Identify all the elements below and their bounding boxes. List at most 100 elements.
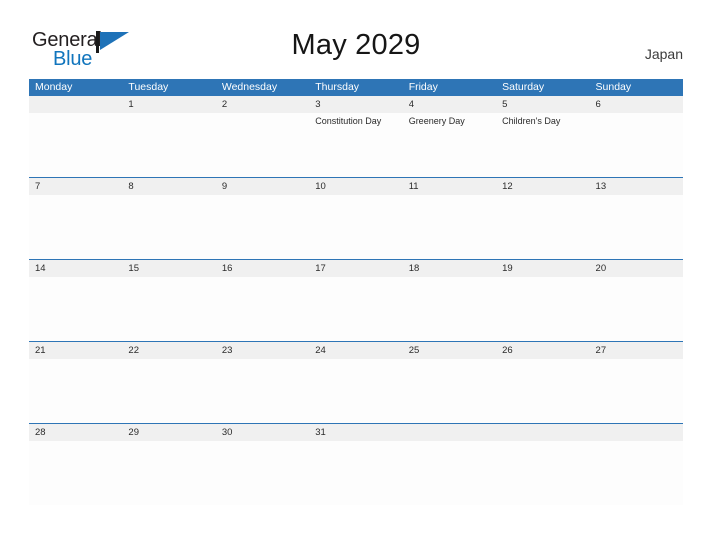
day-number: 7 <box>35 181 41 192</box>
day-cell[interactable]: 2 <box>216 96 309 177</box>
page-title: May 2029 <box>291 29 421 61</box>
day-number <box>409 424 496 441</box>
day-event <box>222 195 309 196</box>
day-event <box>596 441 683 442</box>
day-number: 6 <box>595 99 601 110</box>
day-number: 20 <box>595 263 607 274</box>
day-event <box>315 195 402 196</box>
day-cell[interactable]: 12 <box>496 178 589 259</box>
day-number: 16 <box>221 263 233 274</box>
day-cell[interactable]: 29 <box>122 424 215 505</box>
day-cell[interactable]: 28 <box>29 424 122 505</box>
week-row: 7 8 9 10 11 12 13 <box>29 177 683 259</box>
week-row: 1 2 3 Constitution Day 4 Greenery Day 5 Chi… <box>29 96 683 177</box>
week-day-cells: 14 15 16 17 18 19 20 <box>29 260 683 341</box>
day-event <box>596 113 683 114</box>
weekday-header-sunday: Sunday <box>595 81 632 93</box>
week-day-cells: 1 2 3 Constitution Day 4 Greenery Day 5 Chi… <box>29 96 683 177</box>
country-label: Japan <box>644 46 683 62</box>
weekday-header-monday: Monday <box>35 81 73 93</box>
day-cell[interactable]: 25 <box>403 342 496 423</box>
day-number: 22 <box>128 345 139 356</box>
day-number: 26 <box>502 345 513 356</box>
day-number: 31 <box>315 427 326 438</box>
day-event: Constitution Day <box>315 116 382 126</box>
day-number: 1 <box>128 99 134 110</box>
day-event <box>222 277 309 278</box>
day-cell[interactable]: 6 <box>590 96 683 177</box>
day-cell[interactable]: 23 <box>216 342 309 423</box>
week-row: 28 29 30 31 <box>29 423 683 505</box>
day-number: 5 <box>502 99 508 110</box>
day-cell[interactable] <box>590 424 683 505</box>
day-event <box>315 277 402 278</box>
day-number <box>596 424 683 441</box>
day-number: 15 <box>128 263 139 274</box>
day-cell[interactable]: 16 <box>216 260 309 341</box>
day-event <box>596 359 683 360</box>
day-cell[interactable]: 19 <box>496 260 589 341</box>
day-event <box>315 441 402 442</box>
day-event <box>35 113 122 114</box>
day-cell[interactable]: 14 <box>29 260 122 341</box>
day-event <box>222 113 309 114</box>
day-cell[interactable]: 4 Greenery Day <box>403 96 496 177</box>
day-cell[interactable]: 20 <box>590 260 683 341</box>
day-cell[interactable]: 22 <box>122 342 215 423</box>
day-event <box>502 195 589 196</box>
day-cell[interactable]: 27 <box>590 342 683 423</box>
day-event <box>35 277 122 278</box>
calendar-grid: Monday Tuesday Wednesday Thursday Friday… <box>29 79 683 505</box>
day-number: 25 <box>408 345 420 356</box>
day-cell[interactable] <box>29 96 122 177</box>
day-cell[interactable]: 24 <box>309 342 402 423</box>
day-number: 4 <box>408 99 414 110</box>
day-cell[interactable]: 31 <box>309 424 402 505</box>
weekday-header-friday: Friday <box>408 81 438 93</box>
weekday-header-saturday: Saturday <box>502 81 545 93</box>
day-cell[interactable]: 7 <box>29 178 122 259</box>
weekday-header-row: Monday Tuesday Wednesday Thursday Friday… <box>29 79 683 96</box>
day-number: 28 <box>35 427 46 438</box>
day-event <box>409 441 496 442</box>
day-event <box>596 195 683 196</box>
day-cell[interactable]: 10 <box>309 178 402 259</box>
day-cell[interactable] <box>403 424 496 505</box>
day-event <box>222 441 309 442</box>
day-cell[interactable]: 1 <box>122 96 215 177</box>
day-cell[interactable]: 17 <box>309 260 402 341</box>
week-day-cells: 7 8 9 10 11 12 13 <box>29 178 683 259</box>
day-cell[interactable]: 21 <box>29 342 122 423</box>
day-number: 9 <box>221 181 228 192</box>
day-cell[interactable]: 13 <box>590 178 683 259</box>
day-number: 27 <box>595 345 607 356</box>
day-cell[interactable]: 5 Children's Day <box>496 96 589 177</box>
day-cell[interactable]: 3 Constitution Day <box>309 96 402 177</box>
day-number <box>502 424 589 441</box>
day-event <box>502 359 589 360</box>
day-cell[interactable]: 30 <box>216 424 309 505</box>
day-event <box>502 441 589 442</box>
day-cell[interactable]: 15 <box>122 260 215 341</box>
day-number: 14 <box>35 263 46 274</box>
day-cell[interactable]: 8 <box>122 178 215 259</box>
day-event <box>315 359 402 360</box>
day-event <box>502 277 589 278</box>
day-event: Children's Day <box>502 116 561 126</box>
day-event <box>35 441 122 442</box>
day-event <box>409 359 496 360</box>
day-cell[interactable] <box>496 424 589 505</box>
week-day-cells: 28 29 30 31 <box>29 424 683 505</box>
day-event <box>596 277 683 278</box>
day-cell[interactable]: 11 <box>403 178 496 259</box>
day-number: 30 <box>221 427 233 438</box>
page-header: General Blue May 2029 Japan <box>0 0 712 78</box>
day-cell[interactable]: 18 <box>403 260 496 341</box>
day-number: 19 <box>502 263 513 274</box>
day-number: 10 <box>315 181 326 192</box>
day-cell[interactable]: 9 <box>216 178 309 259</box>
day-cell[interactable]: 26 <box>496 342 589 423</box>
week-row: 21 22 23 24 25 26 27 <box>29 341 683 423</box>
day-number: 12 <box>502 181 513 192</box>
weekday-header-wednesday: Wednesday <box>221 81 278 93</box>
